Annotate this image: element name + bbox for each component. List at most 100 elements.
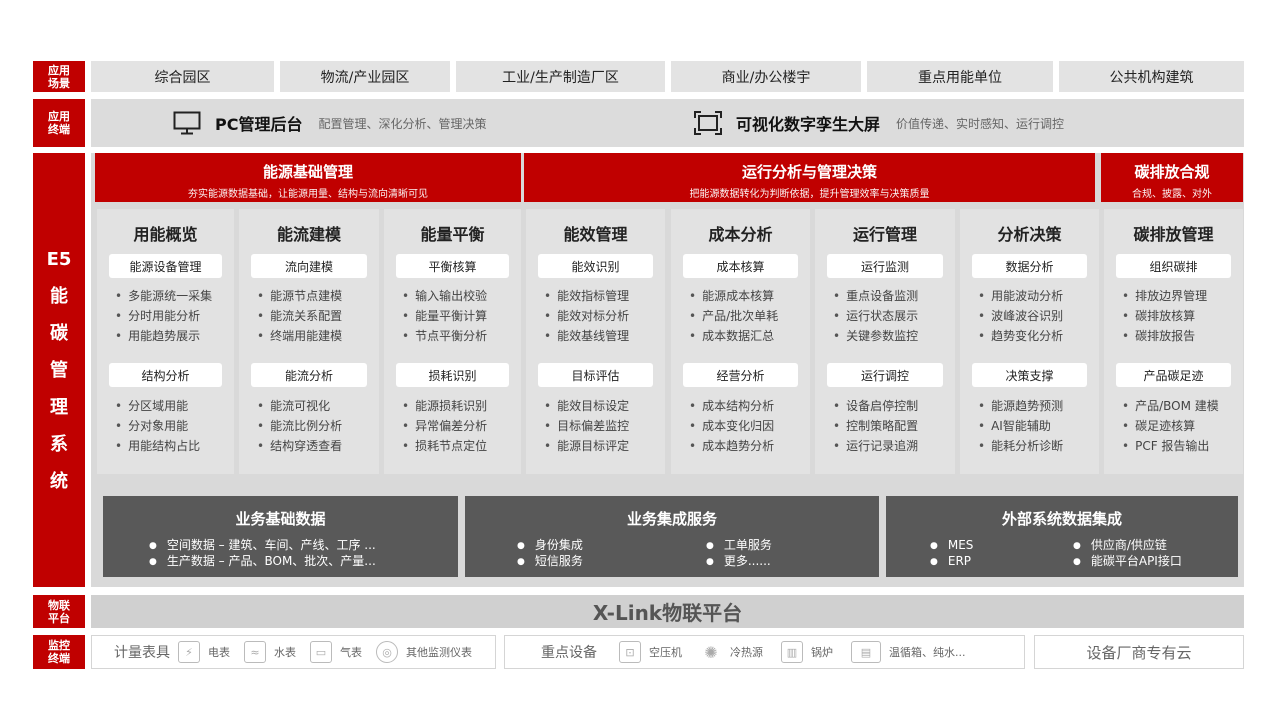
monitor-item: ▤ 温循箱、纯水... <box>851 641 966 663</box>
module-pill: 能源设备管理 <box>109 254 222 278</box>
list-item: 产品/BOM 建模 <box>1122 396 1239 416</box>
list-item: 输入输出校验 <box>402 286 517 306</box>
monitor-item-label: 空压机 <box>649 646 682 659</box>
module-title: 运行管理 <box>852 225 917 244</box>
list-item: 结构穿透查看 <box>257 436 375 456</box>
list-item: 能效指标管理 <box>544 286 661 306</box>
module-list: 能源趋势预测 AI智能辅助 能耗分析诊断 <box>978 396 1095 456</box>
list-item: 能耗分析诊断 <box>978 436 1095 456</box>
list-item: 能源节点建模 <box>257 286 375 306</box>
list-item: 终端用能建模 <box>257 326 375 346</box>
module-list: 成本结构分析 成本变化归因 成本趋势分析 <box>689 396 806 456</box>
monitor-title: 计量表具 <box>114 645 170 661</box>
monitor-item: ⚡ 电表 <box>178 641 230 663</box>
data-box-item: 能碳平台API接口 <box>1073 553 1182 571</box>
module-card: 能量平衡 平衡核算 输入输出校验 能量平衡计算 节点平衡分析 损耗识别 能源损耗… <box>384 209 521 474</box>
list-item: 能量平衡计算 <box>402 306 517 326</box>
module-list: 输入输出校验 能量平衡计算 节点平衡分析 <box>402 286 517 346</box>
monitor-item: ▥ 锅炉 <box>781 641 833 663</box>
module-card: 分析决策 数据分析 用能波动分析 波峰波谷识别 趋势变化分析 决策支撑 能源趋势… <box>960 209 1099 474</box>
module-pill: 结构分析 <box>109 363 222 387</box>
list-item: 趋势变化分析 <box>978 326 1095 346</box>
side-label-scene: 应用 场景 <box>33 61 85 92</box>
list-item: 碳足迹核算 <box>1122 416 1239 436</box>
module-list: 用能波动分析 波峰波谷识别 趋势变化分析 <box>978 286 1095 346</box>
module-list: 重点设备监测 运行状态展示 关键参数监控 <box>833 286 951 346</box>
side-label-text: 场景 <box>48 76 70 90</box>
air-compressor-icon: ⊡ <box>619 641 641 663</box>
boiler-icon: ▥ <box>781 641 803 663</box>
module-pill: 目标评估 <box>538 363 653 387</box>
scene-item: 工业/生产制造厂区 <box>456 61 665 92</box>
side-label-text: 物联 <box>48 598 70 612</box>
module-list: 能效目标设定 目标偏差监控 能源目标评定 <box>544 396 661 456</box>
kiln-icon: ▤ <box>851 641 881 663</box>
list-item: 能效目标设定 <box>544 396 661 416</box>
terminal-title: 可视化数字孪生大屏 <box>736 115 881 134</box>
module-card: 能效管理 能效识别 能效指标管理 能效对标分析 能效基线管理 目标评估 能效目标… <box>526 209 665 474</box>
module-pill: 流向建模 <box>251 254 367 278</box>
module-pill: 平衡核算 <box>396 254 509 278</box>
module-title: 能量平衡 <box>420 225 485 244</box>
module-list: 排放边界管理 碳排放核算 碳排放报告 <box>1122 286 1239 346</box>
side-label-text: 应用 <box>48 63 70 77</box>
module-title: 成本分析 <box>708 225 773 244</box>
water-meter-icon: ≈ <box>244 641 266 663</box>
module-list: 产品/BOM 建模 碳足迹核算 PCF 报告输出 <box>1122 396 1239 456</box>
monitor-item: ◎ 其他监测仪表 <box>376 641 472 663</box>
terminal-row: PC管理后台 配置管理、深化分析、管理决策 可视化数字孪生大屏 价值传递、实时感… <box>91 99 1244 147</box>
list-item: 能流比例分析 <box>257 416 375 436</box>
monitor-equipment: 重点设备 ⊡ 空压机 ✺ 冷热源 ▥ 锅炉 ▤ 温循箱、纯水... <box>504 635 1025 669</box>
side-label-text: 监控 <box>48 639 70 652</box>
module-list: 能源节点建模 能流关系配置 终端用能建模 <box>257 286 375 346</box>
monitor-item: ▭ 气表 <box>310 641 362 663</box>
monitor-title: 重点设备 <box>541 645 597 661</box>
monitor-item-label: 气表 <box>340 646 362 659</box>
side-label-text: 理 <box>49 396 68 418</box>
module-list: 能效指标管理 能效对标分析 能效基线管理 <box>544 286 661 346</box>
side-label-text: 平台 <box>48 611 70 625</box>
category-subtitle: 合规、披露、对外 <box>1132 189 1212 200</box>
terminal-desc: 价值传递、实时感知、运行调控 <box>896 116 1065 131</box>
category-subtitle: 把能源数据转化为判断依据，提升管理效率与决策质量 <box>689 189 930 200</box>
monitor-item-label: 冷热源 <box>730 646 763 659</box>
module-card: 运行管理 运行监测 重点设备监测 运行状态展示 关键参数监控 运行调控 设备启停… <box>815 209 955 474</box>
terminal-desc: 配置管理、深化分析、管理决策 <box>318 116 487 131</box>
list-item: 能流可视化 <box>257 396 375 416</box>
side-label-monitor: 监控 终端 <box>33 635 85 669</box>
monitor-meters: 计量表具 ⚡ 电表 ≈ 水表 ▭ 气表 ◎ 其他监测仪表 <box>91 635 496 669</box>
category-title: 碳排放合规 <box>1134 163 1210 181</box>
data-box-title: 外部系统数据集成 <box>1001 510 1122 528</box>
list-item: 关键参数监控 <box>833 326 951 346</box>
module-pill: 运行调控 <box>827 363 943 387</box>
module-list: 设备启停控制 控制策略配置 运行记录追溯 <box>833 396 951 456</box>
list-item: 成本数据汇总 <box>689 326 806 346</box>
monitor-cloud: 设备厂商专有云 <box>1034 635 1244 669</box>
list-item: 碳排放报告 <box>1122 326 1239 346</box>
module-pill: 成本核算 <box>683 254 798 278</box>
list-item: 分时用能分析 <box>115 306 230 326</box>
list-item: 碳排放核算 <box>1122 306 1239 326</box>
side-label-text: 管 <box>49 359 68 381</box>
module-title: 用能概览 <box>133 225 198 244</box>
data-box-title: 业务基础数据 <box>235 510 326 528</box>
data-box-title: 业务集成服务 <box>626 510 717 528</box>
scene-item: 公共机构建筑 <box>1059 61 1244 92</box>
module-list: 能源损耗识别 异常偏差分析 损耗节点定位 <box>402 396 517 456</box>
module-title: 碳排放管理 <box>1133 225 1214 244</box>
list-item: 能流关系配置 <box>257 306 375 326</box>
scene-item: 重点用能单位 <box>867 61 1053 92</box>
module-list: 能流可视化 能流比例分析 结构穿透查看 <box>257 396 375 456</box>
side-label-text: 终端 <box>48 652 70 665</box>
module-pill: 组织碳排 <box>1116 254 1231 278</box>
list-item: 目标偏差监控 <box>544 416 661 436</box>
module-list: 分区域用能 分对象用能 用能结构占比 <box>115 396 230 456</box>
module-card: 能流建模 流向建模 能源节点建模 能流关系配置 终端用能建模 能流分析 能流可视… <box>239 209 379 474</box>
gas-meter-icon: ▭ <box>310 641 332 663</box>
data-box-external-integration: 外部系统数据集成 MES ERP 供应商/供应链 能碳平台API接口 <box>886 496 1238 577</box>
module-pill: 能效识别 <box>538 254 653 278</box>
scene-item: 综合园区 <box>91 61 274 92</box>
module-card: 碳排放管理 组织碳排 排放边界管理 碳排放核算 碳排放报告 产品碳足迹 产品/B… <box>1104 209 1243 474</box>
list-item: 能效对标分析 <box>544 306 661 326</box>
category-operation: 运行分析与管理决策 把能源数据转化为判断依据，提升管理效率与决策质量 <box>524 153 1095 202</box>
